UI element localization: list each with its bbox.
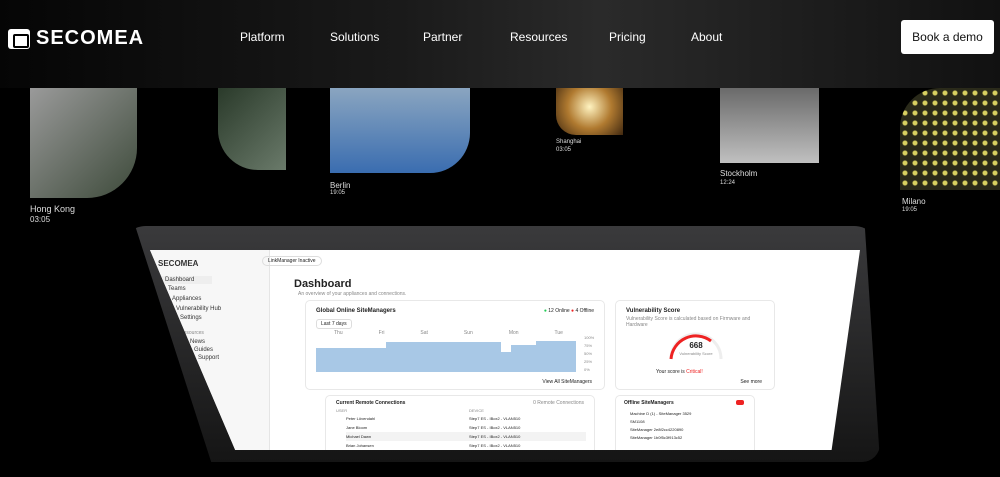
sidebar-teams[interactable]: Teams <box>168 286 186 292</box>
nav-pricing[interactable]: Pricing <box>609 30 646 44</box>
nav-partner[interactable]: Partner <box>423 30 462 44</box>
online-count: 12 Online <box>548 308 570 314</box>
city-name: Stockholm <box>720 169 758 178</box>
online-area <box>316 341 576 372</box>
photo-factory <box>218 88 286 170</box>
offline-sitemanagers-card: Offline SiteManagers Machine D (1) - Sit… <box>615 395 755 450</box>
vuln-desc: Vulnerability Score is calculated based … <box>626 316 751 328</box>
nav-platform[interactable]: Platform <box>240 30 285 44</box>
linkmanager-status[interactable]: LinkManager Inactive <box>262 256 322 266</box>
app-brand: SECOMEA <box>158 259 199 268</box>
card-title: Current Remote Connections <box>336 400 406 406</box>
table-row[interactable]: Jane Bloom Step7 ES - IBox2 - VLAN510 <box>346 423 586 432</box>
logo-icon <box>8 28 30 49</box>
city-time: 19:05 <box>330 190 346 196</box>
sidebar-appliances[interactable]: Appliances <box>172 296 201 302</box>
photo-hong-kong <box>30 88 137 198</box>
brand-logo[interactable]: SECOMEA <box>8 27 144 50</box>
list-item[interactable]: Machine D (1) - SiteManager 3529 <box>630 410 691 418</box>
list-item[interactable]: SiteManager 2e8f2cc4220890 <box>630 426 691 434</box>
table-row[interactable]: Peter Lövendahl Step7 ES - IBox2 - VLAN51… <box>346 414 586 423</box>
list-item[interactable]: SM1108 <box>630 418 691 426</box>
city-time: 03:05 <box>30 215 51 224</box>
page-subtitle: An overview of your appliances and conne… <box>298 291 407 297</box>
top-nav: SECOMEA Platform Solutions Partner Resou… <box>0 0 1000 88</box>
offline-badge <box>736 400 744 405</box>
card-title: Vulnerability Score <box>626 308 681 314</box>
city-name: Berlin <box>330 181 351 190</box>
offline-count: 4 Offline <box>575 308 594 314</box>
col-device: DEVICE <box>469 408 484 413</box>
vuln-score-label: Vulnerability Score <box>679 351 713 356</box>
see-more-link[interactable]: See more <box>740 379 762 385</box>
table-row[interactable]: Brian Johansen Step7 ES - IBox2 - VLAN510 <box>346 441 586 450</box>
nav-solutions[interactable]: Solutions <box>330 30 379 44</box>
city-name: Milano <box>902 197 926 206</box>
verdict-value: Critical! <box>686 369 703 375</box>
book-demo-button[interactable]: Book a demo <box>901 20 994 54</box>
photo-stockholm <box>720 88 819 163</box>
list-item[interactable]: SiteManager 1b0f5c3f913c52 <box>630 434 691 442</box>
city-time: 19:05 <box>902 207 918 213</box>
resource-news[interactable]: News <box>190 339 205 345</box>
table-row[interactable]: Michael Dawn Step7 ES - IBox2 - VLAN510 <box>346 432 586 441</box>
offline-list: Machine D (1) - SiteManager 3529 SM1108 … <box>630 410 691 442</box>
verdict-text: Your score is <box>656 369 685 375</box>
connections-count: 0 Remote Connections <box>533 400 584 406</box>
card-title: Global Online SiteManagers <box>316 308 396 314</box>
photo-shanghai <box>556 88 623 135</box>
resource-guides[interactable]: Guides <box>194 347 213 353</box>
city-time: 12:24 <box>720 180 736 186</box>
vulnerability-card: Vulnerability Score Vulnerability Score … <box>615 300 775 390</box>
city-time: 03:05 <box>556 147 572 153</box>
photo-milano <box>900 88 1000 190</box>
vuln-score: 668 <box>689 341 703 350</box>
page-title: Dashboard <box>294 278 352 290</box>
col-user: USER <box>336 408 348 413</box>
resource-support[interactable]: Support <box>198 355 219 361</box>
range-select[interactable]: Last 7 days <box>316 319 352 329</box>
offline-dot-icon: ● <box>571 308 575 314</box>
city-name: Shanghai <box>556 139 582 145</box>
view-all-sitemanagers-link[interactable]: View All SiteManagers <box>542 379 592 385</box>
tablet-screen: SECOMEA Dashboard Teams Appliances Vulne… <box>150 250 860 450</box>
online-area-chart <box>316 341 576 372</box>
card-title: Offline SiteManagers <box>624 400 674 406</box>
nav-about[interactable]: About <box>691 30 722 44</box>
sidebar-vulnerability-hub[interactable]: Vulnerability Hub <box>176 306 221 312</box>
sidebar-dashboard[interactable]: Dashboard <box>162 276 212 284</box>
y-ticks: 100% 75% 50% 25% 0% <box>584 335 595 372</box>
online-dot-icon: ● <box>543 308 547 314</box>
online-sitemanagers-card: Global Online SiteManagers ● 12 Online ●… <box>305 300 605 390</box>
sidebar-settings[interactable]: Settings <box>180 315 202 321</box>
city-name: Hong Kong <box>30 204 76 214</box>
photo-berlin <box>330 88 470 173</box>
nav-resources[interactable]: Resources <box>510 30 567 44</box>
remote-connections-card: Current Remote Connections 0 Remote Conn… <box>325 395 595 450</box>
connections-table: Peter Lövendahl Step7 ES - IBox2 - VLAN51… <box>346 414 586 450</box>
brand-name: SECOMEA <box>36 27 145 49</box>
